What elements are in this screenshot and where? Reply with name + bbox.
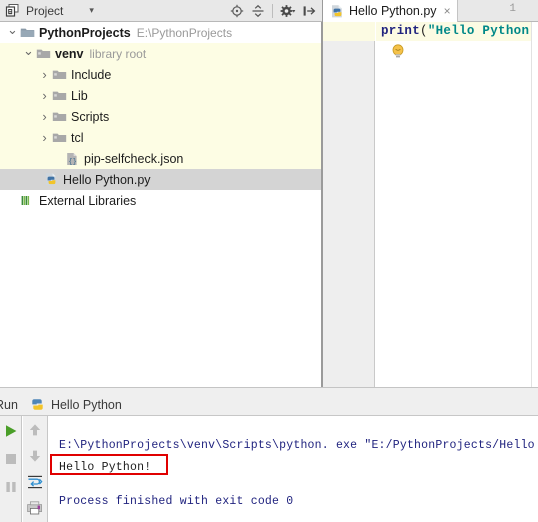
editor-right-margin[interactable] xyxy=(531,22,538,387)
pause-icon[interactable] xyxy=(1,477,21,497)
chevron-right-icon[interactable] xyxy=(38,89,51,103)
settings-gear-icon[interactable] xyxy=(278,2,297,20)
soft-wrap-icon[interactable] xyxy=(25,472,45,492)
chevron-down-icon[interactable]: ▾ xyxy=(89,5,94,16)
close-icon[interactable]: × xyxy=(444,5,451,17)
up-arrow-icon[interactable] xyxy=(25,420,45,440)
tree-label: pip-selfcheck.json xyxy=(84,151,184,166)
folder-lib-icon xyxy=(51,130,67,146)
stop-icon[interactable] xyxy=(1,449,21,469)
tree-label: venv xyxy=(55,46,84,61)
chevron-right-icon[interactable] xyxy=(38,131,51,145)
run-toolwindow-header: Run Hello Python xyxy=(0,394,538,416)
folder-lib-icon xyxy=(51,109,67,125)
svg-text:{}: {} xyxy=(68,158,76,166)
tree-row-tcl[interactable]: tcl xyxy=(0,127,321,148)
tree-label: Include xyxy=(71,67,112,82)
project-tree[interactable]: PythonProjects E:\PythonProjects venv li… xyxy=(0,22,322,407)
code-token-string: "Hello Python!" xyxy=(427,24,538,38)
rerun-icon[interactable] xyxy=(1,421,21,441)
project-window-icon xyxy=(4,3,20,19)
tree-label: Scripts xyxy=(71,109,110,124)
run-config-tab-hello-python[interactable]: Hello Python xyxy=(26,394,130,415)
editor-tab-label: Hello Python.py xyxy=(349,4,437,18)
json-file-icon: {} xyxy=(64,151,80,167)
caret-line-gutter-highlight xyxy=(323,22,375,41)
project-panel-title: Project xyxy=(26,3,64,18)
down-arrow-icon[interactable] xyxy=(25,446,45,466)
run-toolwindow-label: Run xyxy=(0,397,18,412)
tree-sublabel: library root xyxy=(89,46,147,61)
tree-row-pythonprojects[interactable]: PythonProjects E:\PythonProjects xyxy=(0,22,321,43)
console-output-line: Hello Python! xyxy=(59,461,152,474)
tree-label: PythonProjects xyxy=(39,25,131,40)
tree-label: External Libraries xyxy=(39,193,137,208)
lightbulb-icon[interactable] xyxy=(391,44,405,60)
tree-sublabel: E:\PythonProjects xyxy=(136,25,233,40)
code-token-open-paren: ( xyxy=(420,24,428,38)
console-command-line: E:\PythonProjects\venv\Scripts\python. e… xyxy=(59,439,535,452)
chevron-down-icon[interactable] xyxy=(22,47,35,61)
tree-row-pip-selfcheck[interactable]: {} pip-selfcheck.json xyxy=(0,148,321,169)
run-toolbar-secondary xyxy=(23,416,48,522)
tree-label: tcl xyxy=(71,130,84,145)
editor-tab-hello-python-py[interactable]: Hello Python.py × xyxy=(323,0,458,22)
console-exit-line: Process finished with exit code 0 xyxy=(59,495,294,508)
run-toolbar-left xyxy=(0,416,22,522)
python-file-icon xyxy=(43,172,59,188)
tree-row-lib[interactable]: Lib xyxy=(0,85,321,106)
run-config-tab-label: Hello Python xyxy=(50,397,122,412)
project-toolwindow-header: Project ▾ xyxy=(0,0,322,22)
tree-label: Hello Python.py xyxy=(63,172,151,187)
print-icon[interactable] xyxy=(25,498,45,518)
chevron-right-icon[interactable] xyxy=(38,110,51,124)
folder-lib-icon xyxy=(35,46,51,62)
tree-row-include[interactable]: Include xyxy=(0,64,321,85)
folder-lib-icon xyxy=(51,67,67,83)
tree-row-venv[interactable]: venv library root xyxy=(0,43,321,64)
chevron-right-icon[interactable] xyxy=(38,68,51,82)
hide-panel-icon[interactable] xyxy=(299,2,318,20)
code-line-1[interactable]: print("Hello Python!") xyxy=(381,24,538,38)
editor-gutter[interactable] xyxy=(323,22,375,387)
collapse-all-icon[interactable] xyxy=(248,2,267,20)
editor-tabbar: Hello Python.py × xyxy=(323,0,538,22)
project-toolbar-actions xyxy=(227,2,322,20)
chevron-down-icon[interactable] xyxy=(6,26,19,40)
python-file-icon xyxy=(30,397,46,413)
line-number-1: 1 xyxy=(509,3,516,15)
folder-lib-icon xyxy=(51,88,67,104)
folder-project-icon xyxy=(19,25,35,41)
external-libraries-icon xyxy=(19,193,35,209)
tree-row-external-libraries[interactable]: External Libraries xyxy=(0,190,321,211)
locate-icon[interactable] xyxy=(227,2,246,20)
run-console-output[interactable]: E:\PythonProjects\venv\Scripts\python. e… xyxy=(49,416,538,522)
toolbar-divider xyxy=(272,3,273,18)
tree-row-hello-python-py[interactable]: Hello Python.py xyxy=(0,169,321,190)
code-token-print: print xyxy=(381,24,421,38)
python-file-icon xyxy=(329,3,345,19)
tree-row-scripts[interactable]: Scripts xyxy=(0,106,321,127)
run-panel-splitter[interactable] xyxy=(0,387,538,394)
tree-label: Lib xyxy=(71,88,88,103)
